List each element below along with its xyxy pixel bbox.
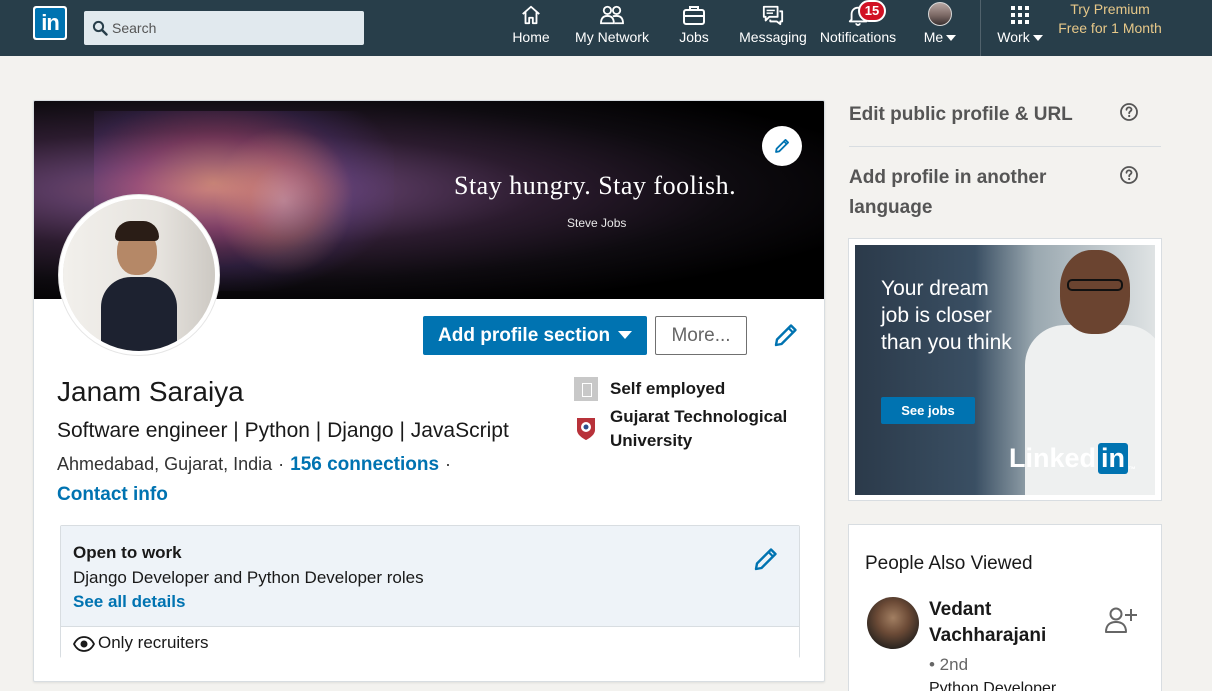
nav-messaging-label: Messaging	[739, 29, 807, 45]
current-position[interactable]: Self employed	[610, 377, 725, 401]
nav-my-network[interactable]: My Network	[568, 0, 656, 56]
add-profile-section-label: Add profile section	[438, 325, 611, 346]
eye-icon	[73, 636, 95, 652]
briefcase-icon	[683, 6, 705, 25]
nav-home-label: Home	[512, 29, 550, 45]
open-to-work-title: Open to work	[73, 543, 182, 562]
add-language-profile-link[interactable]: Add profile in another language	[849, 163, 1089, 223]
chevron-down-icon	[1032, 35, 1043, 42]
contact-info-link[interactable]: Contact info	[57, 484, 168, 506]
banner-quote: Stay hungry. Stay foolish.	[454, 171, 737, 200]
profile-photo[interactable]	[59, 195, 219, 355]
linkedin-ad-logo: Linked in ™	[1009, 443, 1137, 474]
search-input[interactable]	[112, 11, 362, 45]
nav-me-label: Me	[923, 29, 944, 45]
company-logo-icon	[574, 377, 598, 401]
edit-open-to-work-pencil-icon[interactable]	[751, 544, 781, 574]
banner-quote-author: Steve Jobs	[567, 216, 627, 230]
notification-badge: 15	[858, 0, 886, 22]
me-avatar	[928, 2, 952, 26]
chevron-down-icon	[946, 35, 957, 42]
connections-link[interactable]: 156 connections	[290, 454, 439, 475]
profile-name: Janam Saraiya	[57, 376, 244, 407]
pencil-icon	[775, 139, 789, 153]
linkedin-logo[interactable]: in	[33, 6, 67, 40]
see-all-details-link[interactable]: See all details	[73, 592, 185, 612]
education-school[interactable]: Gujarat Technological University	[610, 405, 810, 453]
profile-card: Stay hungry. Stay foolish. Steve Jobs Ad…	[33, 100, 825, 682]
add-connection-icon[interactable]	[1104, 605, 1138, 635]
top-nav: in Home My Network Jobs	[0, 0, 1212, 56]
person-degree: • 2nd	[929, 655, 969, 674]
rail-divider	[849, 146, 1161, 147]
edit-public-profile-link[interactable]: Edit public profile & URL	[849, 100, 1073, 130]
nav-jobs-label: Jobs	[679, 29, 709, 45]
open-to-work-roles: Django Developer and Python Developer ro…	[73, 568, 424, 587]
help-icon[interactable]	[1119, 102, 1139, 122]
nav-divider	[980, 0, 981, 56]
more-button[interactable]: More...	[655, 316, 747, 355]
edit-intro-pencil-icon[interactable]	[771, 320, 801, 350]
ad-image: Your dream job is closer than you think …	[855, 245, 1155, 495]
person-avatar[interactable]	[867, 597, 919, 649]
people-also-viewed-card: People Also Viewed Vedant Vachharajani •…	[848, 524, 1162, 691]
location-row: Ahmedabad, Gujarat, India · 156 connection…	[57, 454, 452, 475]
network-icon	[600, 5, 624, 25]
nav-me[interactable]: Me	[918, 0, 962, 56]
nav-network-label: My Network	[575, 29, 649, 45]
search-icon	[92, 20, 108, 36]
nav-work-label: Work	[997, 29, 1030, 45]
grid-icon	[1011, 6, 1029, 24]
university-logo-icon	[577, 418, 595, 440]
ad-headline: Your dream job is closer than you think	[881, 277, 1012, 354]
profile-headline: Software engineer | Python | Django | Ja…	[57, 419, 509, 442]
profile-location: Ahmedabad, Gujarat, India	[57, 454, 273, 474]
nav-notifications-label: Notifications	[819, 29, 897, 45]
nav-messaging[interactable]: Messaging	[734, 0, 812, 56]
nav-jobs[interactable]: Jobs	[672, 0, 716, 56]
nav-home[interactable]: Home	[505, 0, 557, 56]
person-headline: Python Developer	[929, 680, 1057, 691]
visibility-label: Only recruiters	[98, 633, 209, 652]
search-bar[interactable]	[84, 11, 364, 45]
ad-banner[interactable]: Your dream job is closer than you think …	[848, 238, 1162, 501]
home-icon	[522, 5, 540, 25]
logo-text: in	[35, 8, 65, 38]
add-profile-section-button[interactable]: Add profile section	[423, 316, 647, 355]
chevron-down-icon	[618, 331, 633, 339]
nav-work[interactable]: Work	[992, 0, 1048, 56]
open-to-work-card: Open to work Django Developer and Python…	[60, 525, 800, 658]
chat-icon	[762, 5, 784, 26]
person-name[interactable]: Vedant Vachharajani	[929, 597, 1079, 649]
see-jobs-button[interactable]: See jobs	[881, 397, 975, 424]
nav-notifications[interactable]: 15 Notifications	[812, 0, 904, 56]
try-premium-link[interactable]: Try Premium Free for 1 Month	[1058, 0, 1162, 38]
edit-banner-button[interactable]	[762, 126, 802, 166]
people-also-viewed-title: People Also Viewed	[865, 553, 1033, 574]
help-icon[interactable]	[1119, 165, 1139, 185]
